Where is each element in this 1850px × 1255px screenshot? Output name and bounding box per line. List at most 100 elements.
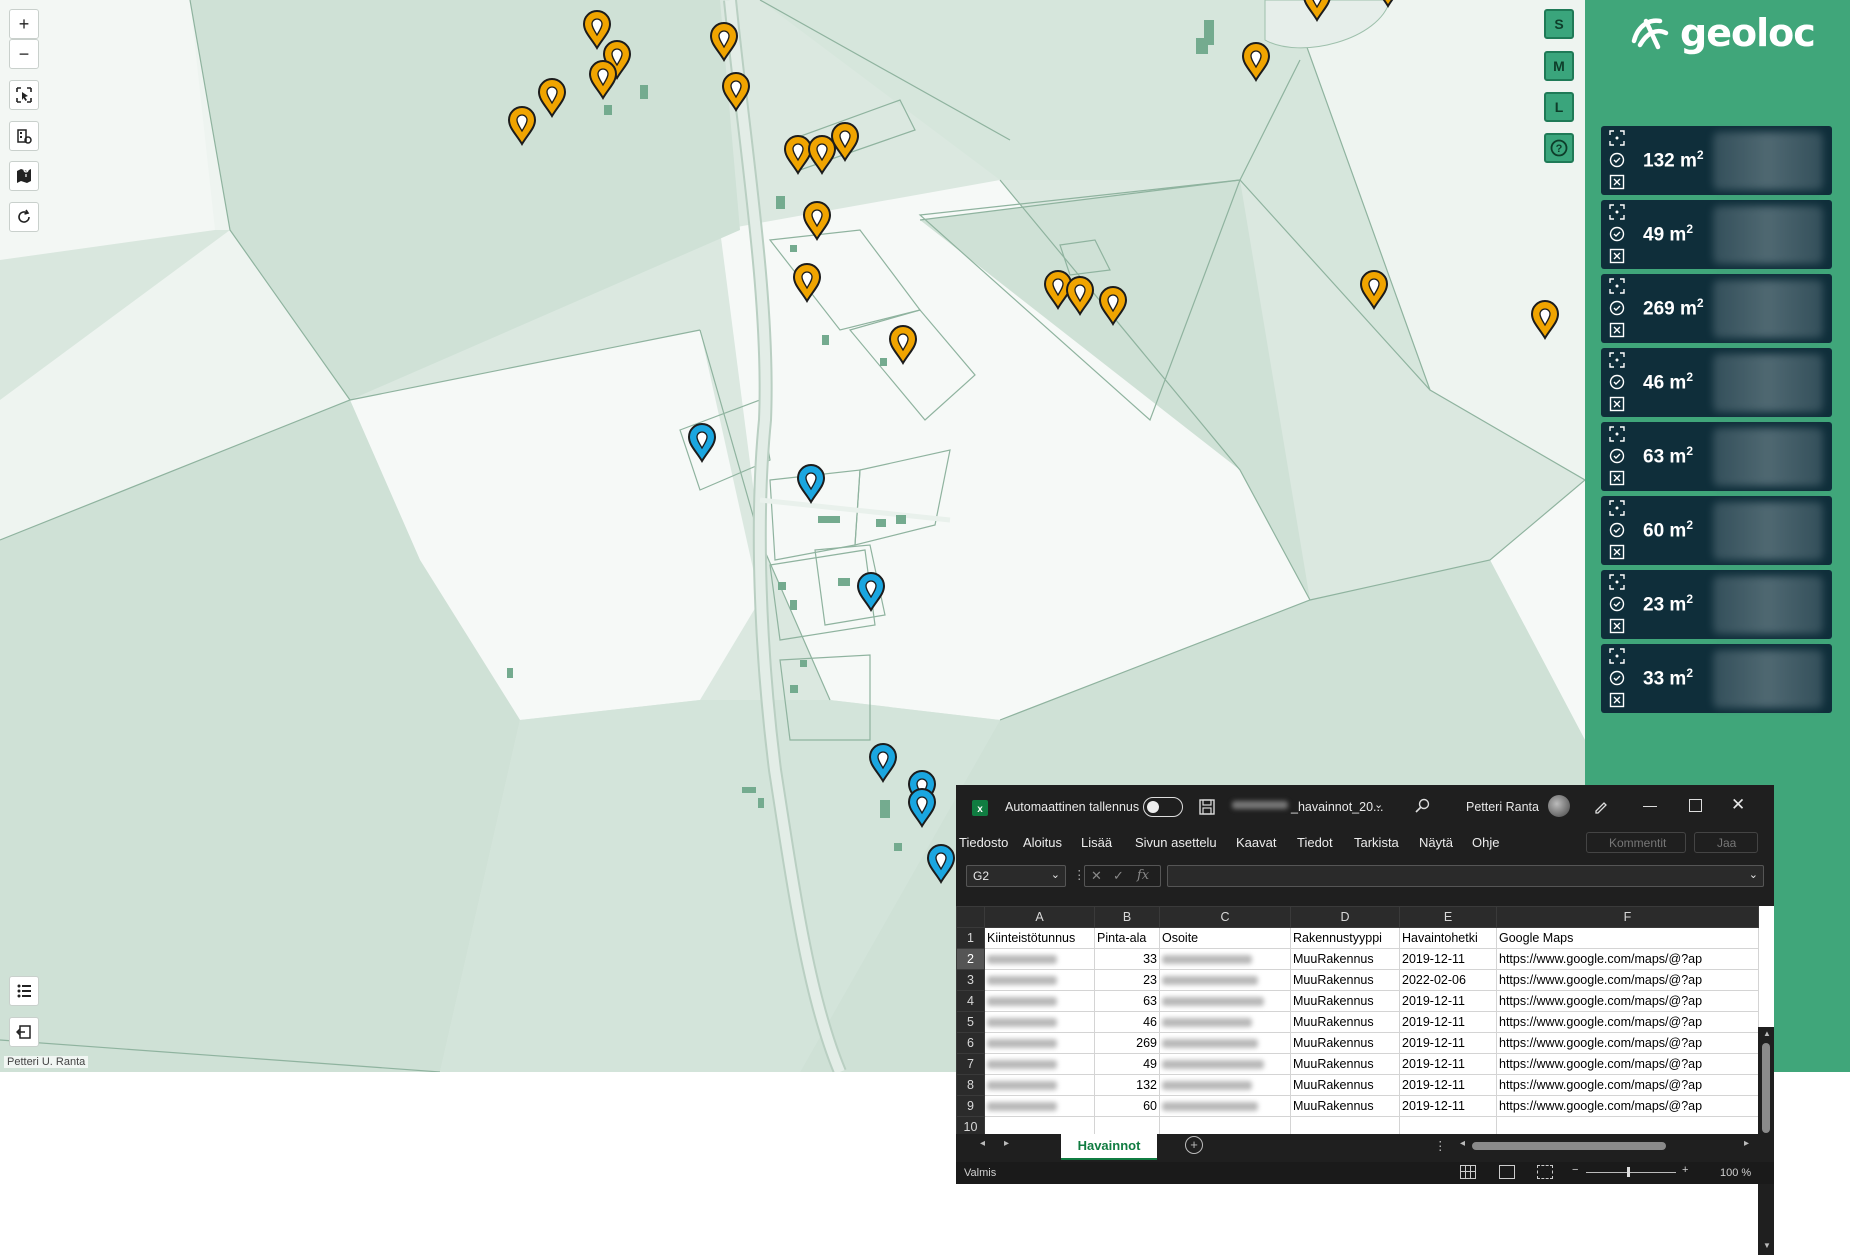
cell-pinta-ala[interactable]: 132 xyxy=(1094,1074,1160,1096)
zoom-to-icon[interactable] xyxy=(1609,278,1625,294)
cell-pinta-ala[interactable]: 269 xyxy=(1094,1032,1160,1054)
observation-marker-orange[interactable] xyxy=(1529,300,1561,340)
row-number[interactable]: 9 xyxy=(956,1095,985,1117)
cell-rakennustyyppi[interactable]: MuuRakennus xyxy=(1290,1032,1400,1054)
cell-google-maps[interactable]: https://www.google.com/maps/@?ap xyxy=(1496,969,1759,991)
cell-google-maps[interactable]: https://www.google.com/maps/@?ap xyxy=(1496,990,1759,1012)
header-cell[interactable]: Osoite xyxy=(1159,927,1291,949)
menu-ohje[interactable]: Ohje xyxy=(1472,835,1499,850)
chevron-down-icon[interactable]: ⌄ xyxy=(1051,868,1060,881)
observation-marker-blue[interactable] xyxy=(925,844,957,884)
column-header-f[interactable]: F xyxy=(1496,906,1759,928)
observation-marker-orange[interactable] xyxy=(506,106,538,146)
menu-lisaa[interactable]: Lisää xyxy=(1081,835,1112,850)
reject-icon[interactable] xyxy=(1609,322,1625,338)
refresh-icon[interactable] xyxy=(9,202,39,232)
cell-rakennustyyppi[interactable]: MuuRakennus xyxy=(1290,969,1400,991)
help-icon[interactable]: ? xyxy=(1544,133,1574,163)
autosave-toggle[interactable] xyxy=(1143,797,1183,817)
cell-kiinteistotunnus-redacted[interactable] xyxy=(984,1095,1095,1117)
observation-marker-orange[interactable] xyxy=(1064,276,1096,316)
cell-rakennustyyppi[interactable]: MuuRakennus xyxy=(1290,948,1400,970)
cell-havaintohetki[interactable]: 2019-12-11 xyxy=(1399,1074,1497,1096)
zoom-to-icon[interactable] xyxy=(1609,574,1625,590)
row-number[interactable]: 5 xyxy=(956,1011,985,1033)
approve-icon[interactable] xyxy=(1609,596,1625,612)
menu-tarkista[interactable]: Tarkista xyxy=(1354,835,1399,850)
column-header-c[interactable]: C xyxy=(1159,906,1291,928)
observation-marker-orange[interactable] xyxy=(791,263,823,303)
row-number[interactable]: 3 xyxy=(956,969,985,991)
cell-google-maps[interactable]: https://www.google.com/maps/@?ap xyxy=(1496,1053,1759,1075)
result-card[interactable]: 46 m2 xyxy=(1601,348,1832,417)
observation-marker-orange[interactable] xyxy=(829,122,861,162)
cell-havaintohetki[interactable]: 2019-12-11 xyxy=(1399,948,1497,970)
observation-marker-blue[interactable] xyxy=(795,464,827,504)
row-number[interactable]: 7 xyxy=(956,1053,985,1075)
maximize-icon[interactable] xyxy=(1689,799,1702,812)
cell-havaintohetki[interactable]: 2022-02-06 xyxy=(1399,969,1497,991)
cell-havaintohetki[interactable]: 2019-12-11 xyxy=(1399,1011,1497,1033)
sheet-tab-havainnot[interactable]: Havainnot xyxy=(1061,1134,1157,1160)
cell-pinta-ala[interactable]: 33 xyxy=(1094,948,1160,970)
menu-tiedosto[interactable]: Tiedosto xyxy=(959,835,1008,850)
cell-google-maps[interactable]: https://www.google.com/maps/@?ap xyxy=(1496,1095,1759,1117)
map-layers-icon[interactable] xyxy=(9,161,39,191)
menu-nayta[interactable]: Näytä xyxy=(1419,835,1453,850)
header-cell[interactable]: Kiinteistötunnus xyxy=(984,927,1095,949)
observation-marker-blue[interactable] xyxy=(906,788,938,828)
scroll-left-icon[interactable]: ◂ xyxy=(1460,1138,1465,1149)
pen-icon[interactable] xyxy=(1593,798,1609,814)
zoom-in-button[interactable]: + xyxy=(9,9,39,39)
column-header-b[interactable]: B xyxy=(1094,906,1160,928)
zoom-level[interactable]: 100 % xyxy=(1720,1167,1751,1179)
column-header-d[interactable]: D xyxy=(1290,906,1400,928)
avatar[interactable] xyxy=(1548,795,1570,817)
check-icon[interactable]: ✓ xyxy=(1113,868,1124,884)
cell-rakennustyyppi[interactable]: MuuRakennus xyxy=(1290,990,1400,1012)
chevron-down-icon[interactable]: ⌄ xyxy=(1374,798,1383,811)
cell-pinta-ala[interactable]: 60 xyxy=(1094,1095,1160,1117)
reject-icon[interactable] xyxy=(1609,174,1625,190)
header-cell[interactable]: Rakennustyyppi xyxy=(1290,927,1400,949)
approve-icon[interactable] xyxy=(1609,300,1625,316)
menu-kaavat[interactable]: Kaavat xyxy=(1236,835,1276,850)
cell-pinta-ala[interactable]: 49 xyxy=(1094,1053,1160,1075)
zoom-out-button[interactable]: − xyxy=(9,39,39,69)
select-all-corner[interactable] xyxy=(956,906,985,928)
cell-havaintohetki[interactable]: 2019-12-11 xyxy=(1399,1053,1497,1075)
approve-icon[interactable] xyxy=(1609,670,1625,686)
observation-marker-blue[interactable] xyxy=(686,423,718,463)
cell-pinta-ala[interactable]: 46 xyxy=(1094,1011,1160,1033)
cell-rakennustyyppi[interactable]: MuuRakennus xyxy=(1290,1074,1400,1096)
menu-tiedot[interactable]: Tiedot xyxy=(1297,835,1333,850)
approve-icon[interactable] xyxy=(1609,152,1625,168)
result-card[interactable]: 33 m2 xyxy=(1601,644,1832,713)
list-icon[interactable] xyxy=(9,976,39,1006)
horizontal-scroll-thumb[interactable] xyxy=(1472,1142,1666,1150)
reject-icon[interactable] xyxy=(1609,396,1625,412)
search-icon[interactable] xyxy=(1415,798,1431,814)
menu-aloitus[interactable]: Aloitus xyxy=(1023,835,1062,850)
approve-icon[interactable] xyxy=(1609,226,1625,242)
user-name[interactable]: Petteri Ranta xyxy=(1466,800,1539,814)
cell-google-maps[interactable]: https://www.google.com/maps/@?ap xyxy=(1496,1074,1759,1096)
cell-kiinteistotunnus-redacted[interactable] xyxy=(984,1053,1095,1075)
reject-icon[interactable] xyxy=(1609,544,1625,560)
cell-osoite-redacted[interactable] xyxy=(1159,948,1291,970)
building-layer-icon[interactable] xyxy=(9,121,39,151)
scroll-down-icon[interactable]: ▼ xyxy=(1763,1241,1771,1250)
cell-havaintohetki[interactable]: 2019-12-11 xyxy=(1399,1095,1497,1117)
result-card[interactable]: 132 m2 xyxy=(1601,126,1832,195)
zoom-to-icon[interactable] xyxy=(1609,426,1625,442)
zoom-to-icon[interactable] xyxy=(1609,352,1625,368)
cell-osoite-redacted[interactable] xyxy=(1159,969,1291,991)
zoom-to-icon[interactable] xyxy=(1609,204,1625,220)
cell-osoite-redacted[interactable] xyxy=(1159,1011,1291,1033)
observation-marker-orange[interactable] xyxy=(536,78,568,118)
minimize-icon[interactable]: — xyxy=(1643,797,1657,813)
observation-marker-orange[interactable] xyxy=(720,72,752,112)
prev-sheet-icon[interactable]: ◂ xyxy=(980,1138,985,1149)
name-box[interactable]: G2 ⌄ xyxy=(966,865,1066,887)
close-icon[interactable]: ✕ xyxy=(1731,795,1745,815)
